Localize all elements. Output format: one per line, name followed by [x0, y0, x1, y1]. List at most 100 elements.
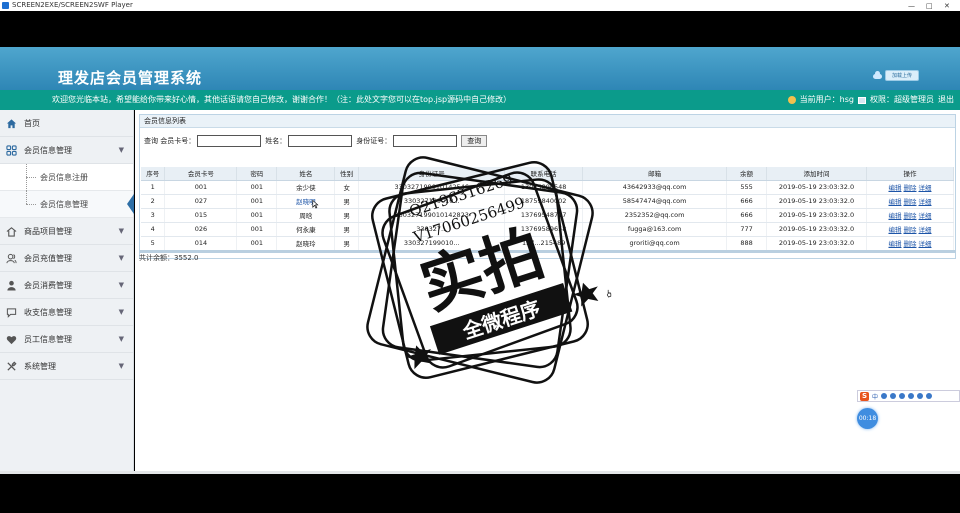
sidebar-item-product[interactable]: 商品项目管理 ▼: [0, 218, 133, 245]
welcome-bar: 欢迎您光临本站，希望能给你带来好心情，其他话语请您自己修改，谢谢合作！（注：此处…: [0, 90, 960, 110]
bottom-strip: [0, 471, 960, 474]
table-cell: 何永康: [276, 222, 336, 237]
table-cell: 男: [334, 236, 360, 251]
delete-link[interactable]: 删除: [903, 198, 916, 206]
table-cell: fugga@163.com: [582, 222, 728, 237]
recording-timer: 00:18: [857, 408, 878, 429]
keyboard-icon[interactable]: [908, 393, 915, 399]
query-button[interactable]: 查询: [461, 135, 488, 147]
main-content: 会员信息列表 查询 会员卡号： 姓名： 身份证号： 查询 序号 会员卡号 密码 …: [135, 110, 960, 471]
chevron-down-icon: ▼: [118, 335, 124, 343]
sidebar-subitem-member-register[interactable]: 会员信息注册: [0, 164, 133, 191]
row-actions: 编辑 删除 详细: [866, 180, 955, 195]
detail-link[interactable]: 详细: [918, 226, 931, 234]
welcome-text: 欢迎您光临本站，希望能给你带来好心情，其他话语请您自己修改，谢谢合作！（注：此处…: [52, 95, 512, 104]
user-info: 当前用户：hsg 权限：超级管理员 退出: [787, 90, 954, 110]
table-cell: 18759840002: [504, 194, 584, 209]
letterbox-top: [0, 11, 960, 47]
upload-button[interactable]: 加载上传: [872, 70, 920, 81]
punctuation-icon[interactable]: [881, 393, 888, 399]
skin-icon[interactable]: [917, 393, 924, 399]
logout-link[interactable]: 退出: [938, 90, 954, 110]
column-header: 余额: [726, 167, 768, 181]
tools-icon: [7, 361, 17, 371]
search-bar: 查询 会员卡号： 姓名： 身份证号： 查询: [144, 134, 488, 148]
edit-link[interactable]: 编辑: [888, 240, 901, 248]
table-cell: 1: [141, 180, 166, 195]
sidebar-item-staff[interactable]: 员工信息管理 ▼: [0, 326, 133, 353]
sidebar-item-home[interactable]: 首页: [0, 110, 133, 137]
id-no-input[interactable]: [393, 135, 458, 147]
chevron-down-icon: ▼: [118, 227, 124, 235]
delete-link[interactable]: 删除: [903, 226, 916, 234]
ime-language[interactable]: 中: [872, 392, 878, 401]
table-cell: 001: [236, 222, 278, 237]
cloud-icon: [872, 71, 883, 80]
chevron-down-icon: ▼: [118, 146, 124, 154]
tree-line: [26, 204, 36, 205]
sidebar-item-member-info[interactable]: 会员信息管理 ▼: [0, 137, 133, 164]
delete-link[interactable]: 删除: [903, 240, 916, 248]
chevron-down-icon: ▼: [118, 281, 124, 289]
table-cell: 赵晓玲: [276, 236, 336, 251]
id-no-label: 身份证号：: [356, 137, 392, 145]
search-label: 查询: [144, 137, 158, 145]
table-cell: 2019-05-19 23:03:32.0: [766, 208, 867, 223]
table-cell: 015: [164, 208, 238, 223]
table-cell: 2019-05-19 23:03:32.0: [766, 194, 867, 209]
column-header: 姓名: [276, 167, 336, 181]
table-cell: 666: [726, 208, 768, 223]
player-app-icon: [2, 2, 9, 9]
table-cell: 2: [141, 194, 166, 209]
row-actions: 编辑 删除 详细: [866, 236, 955, 251]
detail-link[interactable]: 详细: [918, 198, 931, 206]
card-no-input[interactable]: [197, 135, 262, 147]
sidebar-subitem-member-manage[interactable]: 会员信息管理: [0, 191, 134, 218]
sidebar-item-label: 会员充值管理: [24, 254, 72, 263]
table-row: 1 001 001 余少侠 女 330327199010142546 13025…: [141, 180, 955, 195]
sidebar-item-label: 会员信息管理: [24, 146, 72, 155]
system-title: 理发店会员管理系统: [58, 69, 203, 87]
edit-link[interactable]: 编辑: [888, 212, 901, 220]
emoji-icon[interactable]: [890, 393, 897, 399]
table-cell: 001: [164, 180, 238, 195]
table-cell: 余少侠: [276, 180, 336, 195]
table-cell: 2019-05-19 23:03:32.0: [766, 222, 867, 237]
ime-toolbar[interactable]: S 中: [857, 390, 960, 402]
column-header: 邮箱: [582, 167, 728, 181]
sidebar-item-label: 首页: [24, 119, 40, 128]
settings-icon[interactable]: [926, 393, 933, 399]
sidebar-item-system[interactable]: 系统管理 ▼: [0, 353, 133, 380]
chevron-down-icon: ▼: [118, 362, 124, 370]
table-cell: 330327199010...: [358, 236, 506, 251]
detail-link[interactable]: 详细: [918, 212, 931, 220]
sidebar-item-income-expense[interactable]: 收支信息管理 ▼: [0, 299, 133, 326]
table-cell: 男: [334, 194, 360, 209]
name-input[interactable]: [288, 135, 353, 147]
edit-link[interactable]: 编辑: [888, 226, 901, 234]
detail-link[interactable]: 详细: [918, 184, 931, 192]
edit-link[interactable]: 编辑: [888, 184, 901, 192]
permission-level: 权限：超级管理员: [870, 95, 934, 104]
table-cell: 027: [164, 194, 238, 209]
table-cell: 555: [726, 180, 768, 195]
table-cell: 男: [334, 208, 360, 223]
column-header: 序号: [141, 167, 166, 181]
player-titlebar: SCREEN2EXE/SCREEN2SWF Player — □ ✕: [0, 0, 960, 11]
voice-icon[interactable]: [899, 393, 906, 399]
current-user: 当前用户：hsg: [799, 95, 854, 104]
sidebar-item-label: 员工信息管理: [24, 335, 72, 344]
row-actions: 编辑 删除 详细: [866, 194, 955, 209]
delete-link[interactable]: 删除: [903, 184, 916, 192]
user-icon: [7, 280, 16, 291]
column-header: 操作: [866, 167, 955, 181]
edit-link[interactable]: 编辑: [888, 198, 901, 206]
detail-link[interactable]: 详细: [918, 240, 931, 248]
table-cell: 5: [141, 236, 166, 251]
table-cell: 13769548717: [504, 208, 584, 223]
sidebar-item-consume[interactable]: 会员消费管理 ▼: [0, 272, 133, 299]
delete-link[interactable]: 删除: [903, 212, 916, 220]
sidebar-item-recharge[interactable]: 会员充值管理 ▼: [0, 245, 133, 272]
table-cell: 777: [726, 222, 768, 237]
sidebar: 首页 会员信息管理 ▼ 会员信息注册 会员信息管理 商品项目管理 ▼ 会员充值管…: [0, 110, 134, 471]
